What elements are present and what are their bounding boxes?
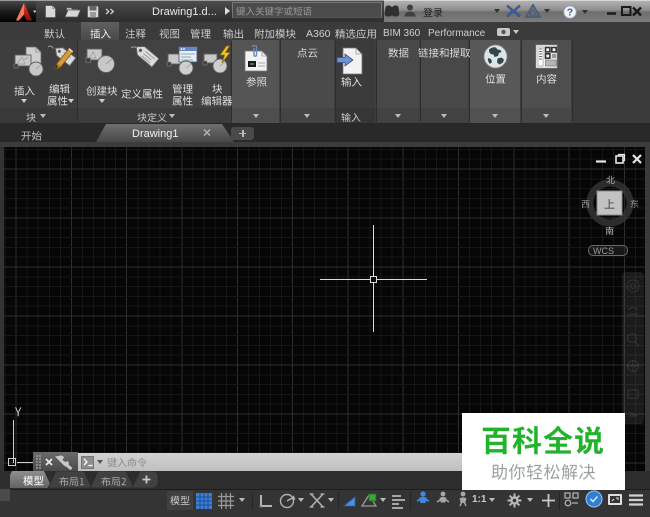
svg-text:?: ?: [567, 7, 573, 19]
svg-text:Drawing1: Drawing1: [132, 128, 178, 140]
